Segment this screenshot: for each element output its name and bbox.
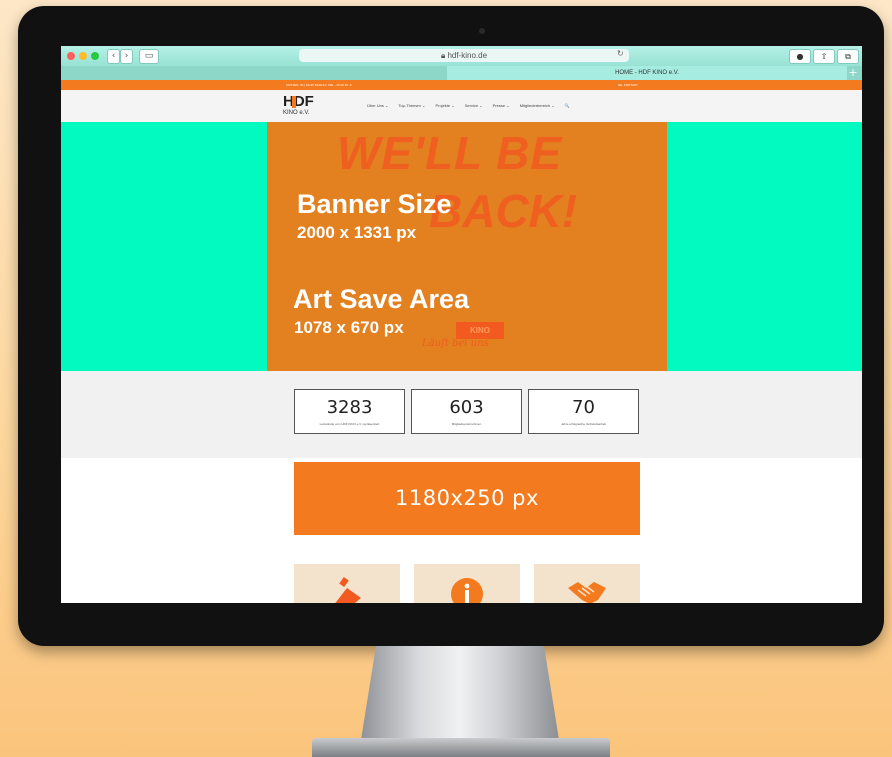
tab-home[interactable]: HOME - HDF KINO e.V. bbox=[447, 66, 847, 80]
logo-accent bbox=[292, 96, 296, 108]
search-icon[interactable]: 🔍 bbox=[565, 103, 570, 108]
stat-value: 70 bbox=[572, 397, 595, 418]
safe-area-title: Art Save Area bbox=[293, 284, 470, 314]
site-topbar: KOSTEN, 30 | 10115 BERLIN | 030 – 23 00 … bbox=[61, 80, 862, 90]
stats-section: 3283 Leinwände vom HDF KINO e.V. repräse… bbox=[61, 371, 862, 458]
stat-label: Jahre erfolgreiche Verbandsarbeit bbox=[560, 422, 607, 426]
handshake-icon bbox=[568, 582, 606, 603]
main-menu: Über Uns ⌄ Top-Themen ⌄ Projekte ⌄ Servi… bbox=[367, 103, 579, 108]
site-logo[interactable]: HDF bbox=[283, 93, 314, 110]
back-button[interactable]: ‹ bbox=[107, 49, 120, 64]
topbar-address: KOSTEN, 30 | 10115 BERLIN | 030 – 23 00 … bbox=[286, 83, 352, 87]
reload-icon[interactable]: ↻ bbox=[617, 49, 624, 58]
stat-value: 3283 bbox=[326, 397, 373, 418]
tile-info[interactable] bbox=[414, 564, 520, 603]
monitor-stand-base bbox=[312, 738, 610, 757]
monitor-screen: ‹ › ▭ 🔒︎ hdf-kino.de ↻ ● ⇧ ⧉ HOME - HDF … bbox=[61, 46, 862, 603]
menu-item-ueber-uns[interactable]: Über Uns ⌄ bbox=[367, 103, 388, 108]
close-window-button[interactable] bbox=[67, 52, 75, 60]
tile-handshake[interactable] bbox=[534, 564, 640, 603]
menu-item-service[interactable]: Service ⌄ bbox=[465, 103, 483, 108]
minimize-window-button[interactable] bbox=[79, 52, 87, 60]
stat-card: 70 Jahre erfolgreiche Verbandsarbeit bbox=[528, 389, 639, 434]
browser-toolbar: ‹ › ▭ 🔒︎ hdf-kino.de ↻ ● ⇧ ⧉ bbox=[61, 46, 862, 66]
share-button[interactable]: ⇧ bbox=[813, 49, 835, 64]
menu-item-projekte[interactable]: Projekte ⌄ bbox=[435, 103, 454, 108]
menu-item-mitgliederbereich[interactable]: Mitgliederbereich ⌄ bbox=[520, 103, 555, 108]
promo-banner[interactable]: 1180x250 px bbox=[294, 462, 640, 535]
info-icon bbox=[451, 578, 483, 603]
logo-text: HDF bbox=[283, 93, 314, 110]
new-tab-button[interactable]: + bbox=[846, 66, 860, 80]
stat-card: 3283 Leinwände vom HDF KINO e.V. repräse… bbox=[294, 389, 405, 434]
banner-script-tagline: Läuft bei uns bbox=[422, 338, 489, 349]
safe-area-value: 1078 x 670 px bbox=[294, 318, 404, 337]
info-button[interactable]: ● bbox=[789, 49, 811, 64]
browser-chrome: ‹ › ▭ 🔒︎ hdf-kino.de ↻ ● ⇧ ⧉ HOME - HDF … bbox=[61, 46, 862, 80]
menu-item-top-themen[interactable]: Top-Themen ⌄ bbox=[398, 103, 425, 108]
logo-subtitle: KINO e.V. bbox=[283, 110, 310, 116]
stat-value: 603 bbox=[449, 397, 484, 418]
megaphone-icon bbox=[335, 577, 361, 603]
site-navbar: HDF KINO e.V. Über Uns ⌄ Top-Themen ⌄ Pr… bbox=[61, 90, 862, 122]
sidebar-button[interactable]: ▭ bbox=[139, 49, 159, 64]
hero-section: WE'LL BE BACK! KINO Läuft bei uns Banner… bbox=[61, 122, 862, 371]
tabs-overview-button[interactable]: ⧉ bbox=[837, 49, 859, 64]
stat-label: Mitgliedsunternehmen bbox=[451, 422, 482, 426]
address-bar[interactable]: 🔒︎ hdf-kino.de bbox=[299, 49, 629, 62]
tile-megaphone[interactable] bbox=[294, 564, 400, 603]
banner-size-title: Banner Size bbox=[297, 189, 452, 219]
monitor-stand bbox=[360, 646, 560, 746]
camera-dot bbox=[479, 28, 485, 34]
zoom-window-button[interactable] bbox=[91, 52, 99, 60]
stat-label: Leinwände vom HDF KINO e.V. repräsentier… bbox=[319, 422, 380, 426]
banner-ghost-headline: WE'LL BE bbox=[337, 127, 563, 179]
banner-kino-badge: KINO bbox=[456, 322, 504, 339]
banner-size-value: 2000 x 1331 px bbox=[297, 223, 417, 242]
forward-button[interactable]: › bbox=[120, 49, 133, 64]
topbar-contact-link[interactable]: NE: KONTAKT bbox=[618, 83, 638, 87]
tab-bar: HOME - HDF KINO e.V. + bbox=[61, 66, 862, 80]
url-text: hdf-kino.de bbox=[447, 51, 488, 60]
menu-item-presse[interactable]: Presse ⌄ bbox=[493, 103, 510, 108]
stat-card: 603 Mitgliedsunternehmen bbox=[411, 389, 522, 434]
hero-banner[interactable]: WE'LL BE BACK! KINO Läuft bei uns Banner… bbox=[267, 122, 667, 371]
